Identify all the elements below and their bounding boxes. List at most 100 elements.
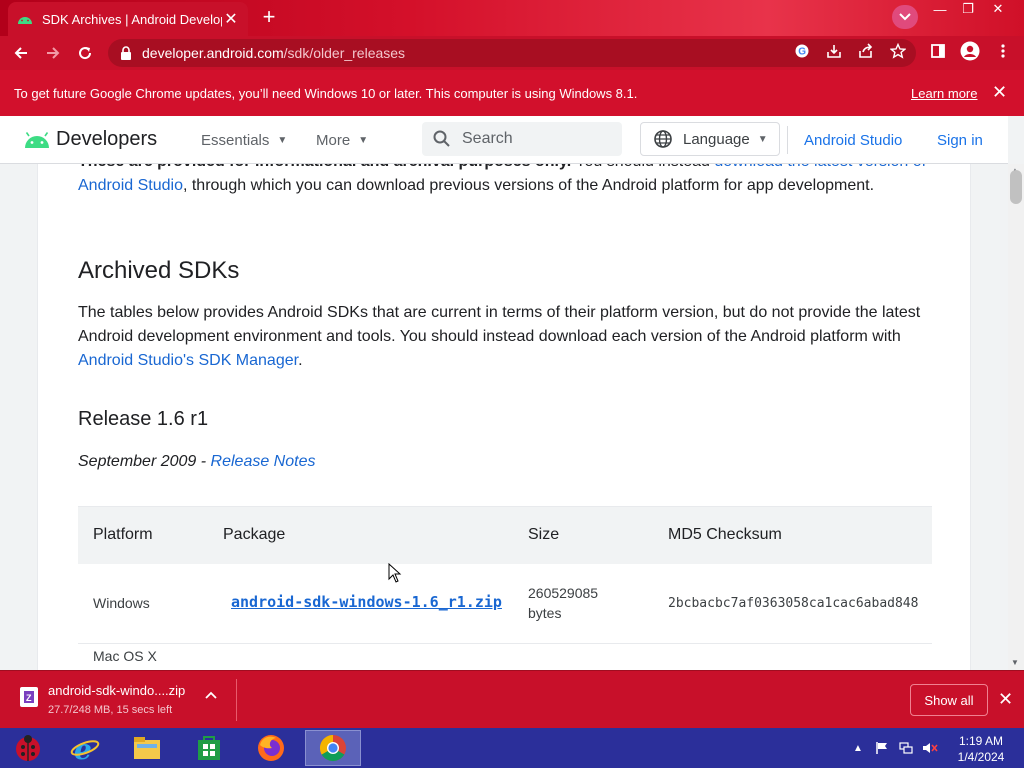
downloads-table: Platform Package Size MD5 Checksum Windo…: [78, 506, 932, 664]
tray-overflow-icon[interactable]: ▲: [850, 740, 866, 756]
scroll-down-icon[interactable]: ▼: [1011, 658, 1019, 667]
side-panel-icon[interactable]: [927, 40, 949, 62]
col-md5: MD5 Checksum: [668, 526, 782, 543]
internet-explorer-icon[interactable]: e: [57, 730, 113, 766]
show-all-button[interactable]: Show all: [910, 684, 988, 716]
infobar-close-icon[interactable]: ✕: [992, 82, 1007, 103]
release-heading: Release 1.6 r1: [78, 408, 209, 430]
row-platform: Windows: [93, 595, 150, 611]
row-size-unit: bytes: [528, 605, 562, 621]
language-selector[interactable]: Language ▼: [640, 122, 780, 156]
new-tab-icon[interactable]: +: [256, 5, 282, 31]
article-card: These are provided for informational and…: [37, 116, 971, 670]
lock-icon: [120, 46, 134, 60]
row-size: 260529085: [528, 585, 599, 601]
bookmark-star-icon[interactable]: [887, 40, 909, 62]
nav-essentials[interactable]: Essentials ▼: [201, 132, 287, 149]
chevron-up-icon[interactable]: [205, 691, 219, 705]
web-page: These are provided for informational and…: [0, 116, 1008, 670]
release-date: September 2009 -: [78, 453, 211, 470]
sdk-manager-link[interactable]: Android Studio's SDK Manager: [78, 352, 298, 369]
tab-close-icon[interactable]: ✕: [222, 9, 240, 29]
download-shelf: Z android-sdk-windo....zip 27.7/248 MB, …: [0, 670, 1024, 728]
caret-down-icon: ▼: [757, 133, 768, 145]
install-app-icon[interactable]: [823, 40, 845, 62]
svg-text:Z: Z: [26, 693, 32, 703]
svg-text:e: e: [74, 733, 92, 763]
android-studio-link[interactable]: Android Studio: [804, 132, 902, 149]
developers-logo[interactable]: Developers: [24, 128, 157, 151]
release-dateline: September 2009 - Release Notes: [78, 453, 315, 471]
download-file-name[interactable]: android-sdk-windo....zip: [48, 683, 185, 698]
brand-name: Developers: [56, 128, 158, 150]
browser-toolbar: developer.android.com/sdk/older_releases…: [0, 36, 1024, 70]
tab-strip: SDK Archives | Android Develop ✕ + — ❐ ✕: [0, 0, 1024, 36]
sign-in-link[interactable]: Sign in: [937, 132, 983, 149]
table-row: Windows android-sdk-windows-1.6_r1.zip 2…: [78, 564, 932, 644]
back-icon[interactable]: [8, 40, 34, 66]
forward-icon[interactable]: [40, 40, 66, 66]
chrome-taskbar-icon[interactable]: [305, 730, 361, 766]
col-package: Package: [223, 526, 286, 543]
file-explorer-icon[interactable]: [119, 730, 175, 766]
firefox-icon[interactable]: [243, 730, 299, 766]
google-lens-icon[interactable]: G: [791, 40, 813, 62]
share-icon[interactable]: [855, 40, 877, 62]
site-search-input[interactable]: Search: [422, 122, 622, 156]
minimize-icon[interactable]: —: [926, 0, 954, 18]
volume-muted-icon[interactable]: [922, 740, 938, 756]
download-status: 27.7/248 MB, 15 secs left: [48, 704, 173, 716]
android-favicon-icon: [16, 10, 34, 28]
system-clock[interactable]: 1:19 AM 1/4/2024: [952, 733, 1010, 765]
zip-file-icon: Z: [20, 687, 38, 707]
archived-paragraph: The tables below provides Android SDKs t…: [78, 301, 934, 373]
restore-icon[interactable]: ❐: [954, 0, 982, 18]
clock-date: 1/4/2024: [957, 750, 1005, 764]
search-placeholder: Search: [462, 130, 513, 147]
action-center-flag-icon[interactable]: [874, 740, 890, 756]
language-label: Language: [683, 130, 750, 148]
nav-essentials-label: Essentials: [201, 132, 270, 149]
header-divider: [787, 126, 788, 154]
learn-more-link[interactable]: Learn more: [911, 86, 977, 101]
update-infobar: To get future Google Chrome updates, you…: [0, 70, 1024, 116]
windows-taskbar: e ▲ 1:19 AM 1/4/2024: [0, 728, 1024, 768]
chrome-menu-icon[interactable]: [992, 40, 1014, 62]
network-icon[interactable]: [898, 740, 914, 756]
col-platform: Platform: [93, 526, 153, 543]
windows-store-icon[interactable]: [181, 730, 237, 766]
infobar-message: To get future Google Chrome updates, you…: [14, 85, 638, 101]
row-md5: 2bcbacbc7af0363058ca1cac6abad848: [668, 596, 919, 611]
tab-title: SDK Archives | Android Develop: [42, 11, 222, 27]
tab-search-icon[interactable]: [892, 5, 918, 29]
shelf-close-icon[interactable]: ✕: [998, 689, 1013, 710]
clock-time: 1:19 AM: [958, 734, 1004, 748]
archived-tail: .: [298, 352, 303, 369]
svg-text:G: G: [798, 47, 806, 58]
profile-avatar-icon[interactable]: [959, 40, 981, 62]
window-close-icon[interactable]: ✕: [984, 0, 1012, 18]
archived-sdks-heading: Archived SDKs: [78, 257, 240, 284]
active-tab[interactable]: SDK Archives | Android Develop ✕: [8, 2, 248, 36]
partial-row-platform: Mac OS X: [93, 648, 157, 664]
mouse-cursor-icon: [388, 563, 402, 583]
caret-down-icon: ▼: [358, 135, 369, 146]
table-header: Platform Package Size MD5 Checksum: [78, 506, 932, 564]
reload-icon[interactable]: [72, 40, 98, 66]
nav-more[interactable]: More ▼: [316, 132, 368, 149]
android-logo-icon: [25, 131, 49, 148]
shelf-divider: [236, 679, 237, 721]
intro-tail: , through which you can download previou…: [182, 177, 875, 194]
caret-down-icon: ▼: [277, 135, 288, 146]
page-scrollbar[interactable]: ▲ ▼: [1008, 164, 1024, 670]
scrollbar-thumb[interactable]: [1010, 170, 1022, 204]
search-icon: [432, 129, 452, 149]
url-path: /sdk/older_releases: [283, 45, 406, 61]
site-header: Developers Essentials ▼ More ▼ Search La…: [0, 116, 1008, 164]
col-size: Size: [528, 526, 560, 543]
release-notes-link[interactable]: Release Notes: [211, 453, 316, 470]
package-download-link[interactable]: android-sdk-windows-1.6_r1.zip: [231, 593, 502, 611]
url-host: developer.android.com: [142, 45, 284, 61]
globe-icon: [653, 129, 675, 149]
start-ladybug-icon[interactable]: [0, 730, 56, 766]
